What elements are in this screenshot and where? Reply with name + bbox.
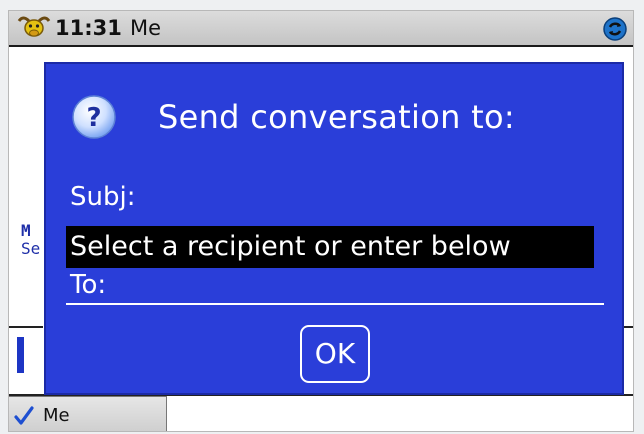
question-help-icon: ? [72,95,116,139]
ok-button[interactable]: OK [300,325,370,383]
checkmark-icon [14,406,34,425]
text-cursor [17,337,24,373]
background-text-fragment: Se [21,239,41,258]
tab-label: Me [43,405,70,426]
subject-label: Subj: [70,182,136,212]
status-bar: 11:31 Me [9,11,633,47]
dialog-title: Send conversation to: [158,98,515,136]
to-field-underline [66,303,604,305]
to-field[interactable]: To: [70,270,106,300]
device-screen: 11:31 Me M Se Me ? Send conversation to:… [8,10,634,432]
divider [9,326,43,328]
clock: 11:31 [55,16,122,40]
sync-icon[interactable] [603,17,627,41]
svg-text:?: ? [86,103,101,133]
status-user-name: Me [130,16,162,40]
background-text-fragment: M [21,221,31,240]
bull-mascot-icon [17,16,51,37]
send-conversation-dialog: ? Send conversation to: Subj: Select a r… [44,62,624,395]
conversation-tab-me[interactable]: Me [9,396,167,431]
recipient-select-field[interactable]: Select a recipient or enter below [66,226,594,268]
